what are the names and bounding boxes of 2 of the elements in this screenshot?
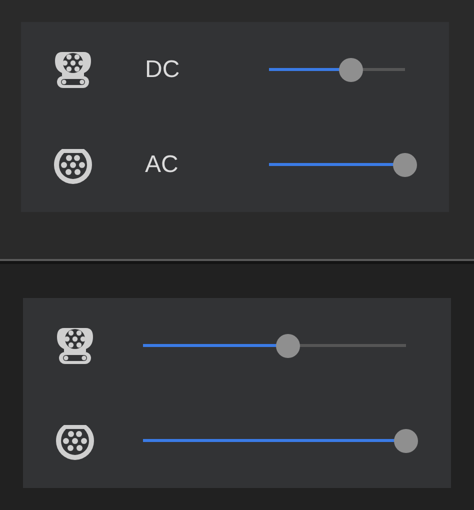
charger-type-label: DC — [145, 56, 181, 84]
charger-type-label: AC — [145, 150, 180, 178]
